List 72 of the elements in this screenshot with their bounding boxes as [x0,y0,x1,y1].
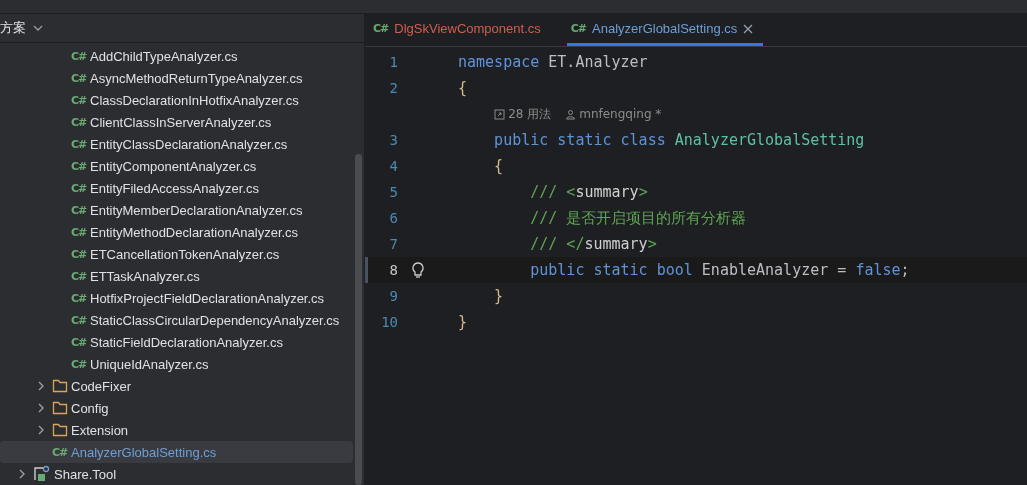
usages-hint[interactable]: 28 用法 [494,105,552,123]
line-number: 1 [388,54,398,70]
csharp-file-icon: C# [71,269,87,283]
csharp-file-icon: C# [570,22,587,35]
csharp-file-icon: C# [71,225,87,239]
csharp-file-icon: C# [71,93,87,107]
line-number: 10 [380,314,398,330]
csharp-file-icon: C# [71,291,87,305]
csharp-file-icon: C# [71,71,87,85]
code-line: /// <summary> [529,183,648,201]
tree-item[interactable]: C# StaticFieldDeclarationAnalyzer.cs [0,331,353,353]
csharp-file-icon: C# [71,137,87,151]
line-number: 3 [388,132,398,148]
tree-item[interactable]: C# HotfixProjectFieldDeclarationAnalyzer.cs [0,287,353,309]
lightbulb-icon[interactable] [410,261,426,279]
csharp-file-icon: C# [52,445,68,459]
csharp-file-icon: C# [71,335,87,349]
line-number: 9 [388,288,398,304]
author-hint[interactable]: mnfengqing * [565,107,662,121]
tree-item[interactable]: C# EntityClassDeclarationAnalyzer.cs [0,133,353,155]
tree-item[interactable]: Extension [0,419,353,441]
code-line: } [493,287,504,305]
tree-item[interactable]: C# StaticClassCircularDependencyAnalyzer.cs [0,309,353,331]
tree-item[interactable]: C# AnalyzerGlobalSetting.cs [0,441,353,463]
tree-item[interactable]: C# UniqueIdAnalyzer.cs [0,353,353,375]
code-line: public static class AnalyzerGlobalSetting [493,131,865,149]
csharp-file-icon: C# [71,247,87,261]
folder-icon [52,401,68,415]
close-icon[interactable] [743,23,754,34]
csharp-file-icon: C# [71,159,87,173]
editor-tab[interactable]: C# DlgSkViewComponent.cs [369,14,551,46]
code-line: /// 是否开启项目的所有分析器 [529,208,747,228]
tree-item[interactable]: C# EntityMemberDeclarationAnalyzer.cs [0,199,353,221]
code-line: /// </summary> [529,235,657,253]
tree-item[interactable]: Share.Tool [0,463,353,485]
line-number: 5 [388,184,398,200]
person-icon [565,108,577,120]
link-icon [494,108,506,120]
line-number: 4 [388,158,398,174]
line-number: 7 [388,236,398,252]
folder-icon [52,423,68,437]
code-line: { [493,157,504,175]
tree-item[interactable]: C# AsyncMethodReturnTypeAnalyzer.cs [0,67,353,89]
csharp-file-icon: C# [71,357,87,371]
tree-item[interactable]: C# AddChildTypeAnalyzer.cs [0,45,353,67]
tree-item[interactable]: C# ETTaskAnalyzer.cs [0,265,353,287]
tree-item[interactable]: C# ClassDeclarationInHotfixAnalyzer.cs [0,89,353,111]
csharp-file-icon: C# [71,181,87,195]
line-number: 8 [388,262,398,278]
folder-icon [52,379,68,393]
code-line: } [458,313,468,331]
csharp-file-icon: C# [71,313,87,327]
csharp-file-icon: C# [71,115,87,129]
tree-item[interactable]: C# ClientClassInServerAnalyzer.cs [0,111,353,133]
csharp-file-icon: C# [71,203,87,217]
panel-title: 方案 [0,19,26,37]
tree-item[interactable]: C# ETCancellationTokenAnalyzer.cs [0,243,353,265]
code-line: { [458,79,468,97]
code-line: namespace ET.Analyzer [458,53,648,71]
csharp-file-icon: C# [373,22,389,35]
tree-item[interactable]: C# EntityMethodDeclarationAnalyzer.cs [0,221,353,243]
tree-item[interactable]: C# EntityFiledAccessAnalyzer.cs [0,177,353,199]
project-icon [33,465,51,483]
editor-tab[interactable]: C# AnalyzerGlobalSetting.cs [566,14,764,46]
csharp-file-icon: C# [71,49,87,63]
line-number: 6 [388,210,398,226]
tree-item[interactable]: CodeFixer [0,375,353,397]
line-number: 2 [388,80,398,96]
tree-item[interactable]: Config [0,397,353,419]
code-line: public static bool EnableAnalyzer = false; [529,261,910,279]
tree-item[interactable]: C# EntityComponentAnalyzer.cs [0,155,353,177]
scrollbar-thumb[interactable] [355,154,362,485]
